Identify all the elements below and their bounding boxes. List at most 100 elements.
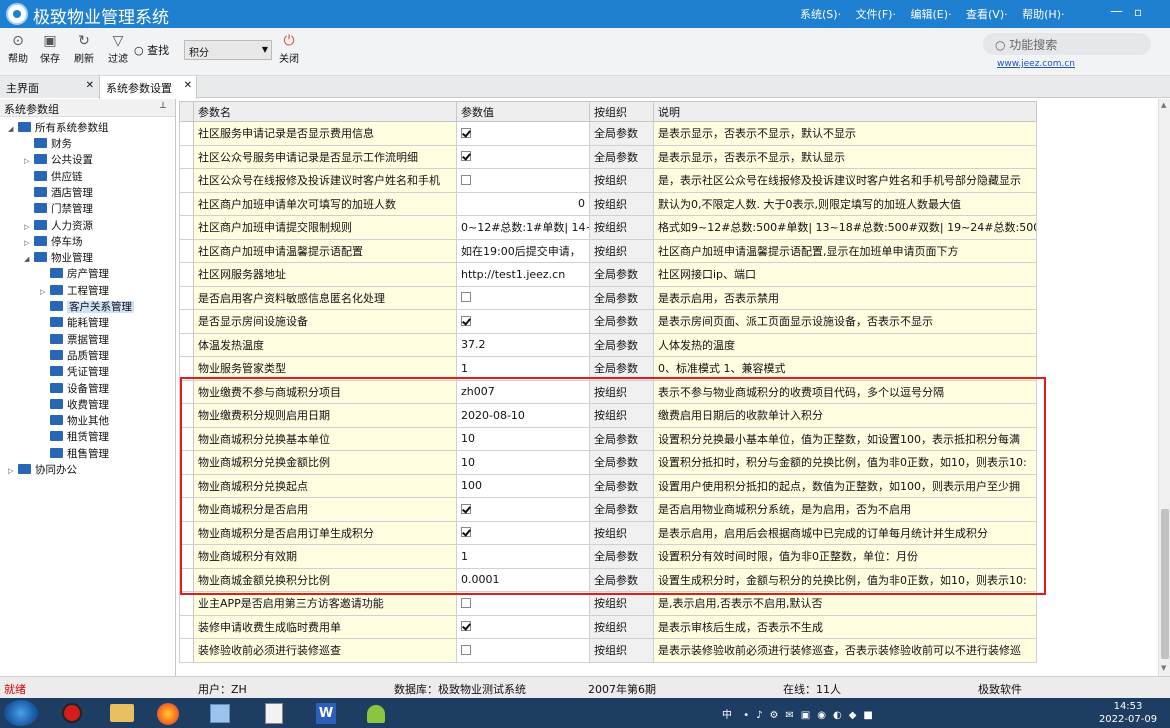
param-value-cell[interactable] (456, 497, 590, 522)
tree-item[interactable]: 房产管理 (40, 266, 109, 282)
expand-toggle-icon[interactable]: ▷ (24, 223, 34, 231)
tree-item[interactable]: 财务 (24, 136, 72, 152)
col-header-value[interactable]: 参数值 (456, 101, 590, 122)
tab-main[interactable]: 主界面 ✕ (0, 76, 98, 98)
tree-item[interactable]: ◢ 物业管理 (24, 250, 93, 266)
table-row[interactable]: 物业商城积分兑换基本单位 10 全局参数 设置积分兑换最小基本单位，值为正整数，如设置… (179, 426, 1037, 451)
param-value-cell[interactable]: 37.2 (456, 332, 590, 357)
param-value-cell[interactable]: 1 (456, 356, 590, 381)
param-value-cell[interactable]: 0 (456, 191, 590, 216)
param-value-cell[interactable] (456, 520, 590, 545)
row-header[interactable] (179, 426, 194, 451)
param-value-cell[interactable] (456, 144, 590, 169)
record-app-icon[interactable] (52, 701, 92, 725)
word-icon[interactable]: W (306, 701, 346, 725)
expand-toggle-icon[interactable]: ▷ (24, 157, 34, 165)
menu-help[interactable]: 帮助(H)· (1022, 8, 1064, 21)
table-row[interactable]: 装修验收前必须进行装修巡查 按组织 是表示装修验收前必须进行装修巡查，否表示装修验收… (179, 638, 1037, 663)
tree-item[interactable]: 供应链 (24, 169, 83, 185)
menu-view[interactable]: 查看(V)· (966, 8, 1008, 21)
param-checkbox[interactable] (461, 644, 471, 655)
col-header-name[interactable]: 参数名 (193, 101, 457, 122)
tree-item[interactable]: 租售管理 (40, 446, 109, 462)
table-row[interactable]: 物业缴费积分规则启用日期 2020-08-10 按组织 缴费启用日期后的收款单计入积分 (179, 403, 1037, 428)
row-header[interactable] (179, 168, 194, 193)
tree-item[interactable]: ▷ 公共设置 (24, 152, 93, 168)
table-row[interactable]: 社区公众号服务申请记录是否显示工作流明细 全局参数 是表示显示，否表示不显示，默认显… (179, 144, 1037, 169)
menu-edit[interactable]: 编辑(E)· (910, 8, 951, 21)
row-header[interactable] (179, 215, 194, 240)
param-value-cell[interactable] (456, 614, 590, 639)
table-row[interactable]: 体温发热温度 37.2 全局参数 人体发热的温度 (179, 332, 1037, 357)
table-row[interactable]: 物业缴费不参与商城积分项目 zh007 按组织 表示不参与物业商城积分的收费项目代码，… (179, 379, 1037, 404)
tree-item[interactable]: 凭证管理 (40, 364, 109, 380)
table-row[interactable]: 社区公众号在线报修及投诉建议时客户姓名和手机 按组织 是，表示社区公众号在线报修及投… (179, 168, 1037, 193)
row-header[interactable] (179, 309, 194, 334)
row-header[interactable] (179, 497, 194, 522)
scroll-down-icon[interactable]: ▼ (1161, 664, 1166, 672)
help-button[interactable]: ⊙ 帮助 (3, 32, 33, 65)
tree-item[interactable]: 收费管理 (40, 397, 109, 413)
col-header-desc[interactable]: 说明 (653, 101, 1037, 122)
tree-item[interactable]: ▷ 人力资源 (24, 218, 93, 234)
maximize-icon[interactable]: ▫ (1134, 5, 1142, 19)
param-value-cell[interactable] (456, 309, 590, 334)
menu-system[interactable]: 系统(S)· (800, 8, 841, 21)
param-value-cell[interactable] (456, 168, 590, 193)
row-header[interactable] (179, 473, 194, 498)
tree-item[interactable]: 门禁管理 (24, 201, 93, 217)
pin-icon[interactable]: ⊥ (159, 101, 167, 111)
scroll-up-icon[interactable]: ▲ (1161, 101, 1166, 109)
table-row[interactable]: 物业商城积分有效期 1 全局参数 设置积分有效时间时限，值为非0正整数，单位：月份 (179, 544, 1037, 569)
param-value-cell[interactable]: 10 (456, 426, 590, 451)
row-header[interactable] (179, 591, 194, 616)
tree-item-root[interactable]: ◢ 所有系统参数组 (8, 120, 109, 136)
android-icon[interactable] (356, 701, 396, 725)
tree-item[interactable]: 能耗管理 (40, 315, 109, 331)
row-header[interactable] (179, 285, 194, 310)
scroll-thumb[interactable] (1161, 509, 1169, 659)
table-row[interactable]: 物业商城积分是否启用订单生成积分 按组织 是表示启用，启用后会根据商城中已完成的订单… (179, 520, 1037, 545)
row-header[interactable] (179, 614, 194, 639)
param-checkbox[interactable] (461, 127, 471, 138)
row-header[interactable] (179, 450, 194, 475)
table-row[interactable]: 是否显示房间设施设备 全局参数 是表示房间页面、派工页面显示设施设备，否表示不显示 (179, 309, 1037, 334)
tree-item[interactable]: ▷ 协同办公 (8, 462, 77, 478)
ime-indicator[interactable]: 中 (722, 710, 732, 721)
param-value-cell[interactable] (456, 285, 590, 310)
table-row[interactable]: 物业商城积分兑换金额比例 10 全局参数 设置积分抵扣时，积分与金额的兑换比例，值为非… (179, 450, 1037, 475)
app-window-icon[interactable] (200, 701, 240, 725)
table-row[interactable]: 社区商户加班申请提交限制规则 0~12#总数:1#单数| 14~ 按组织 格式如9~1… (179, 215, 1037, 240)
table-row[interactable]: 社区服务申请记录是否显示费用信息 全局参数 是表示显示，否表示不显示，默认不显示 (179, 121, 1037, 146)
table-row[interactable]: 物业商城积分是否启用 全局参数 是否启用物业商城积分系统，是为启用，否为不启用 (179, 497, 1037, 522)
param-value-cell[interactable]: zh007 (456, 379, 590, 404)
row-header[interactable] (179, 238, 194, 263)
param-value-cell[interactable]: 100 (456, 473, 590, 498)
close-icon[interactable]: ✕ (86, 80, 94, 91)
param-checkbox[interactable] (461, 174, 471, 185)
row-header[interactable] (179, 520, 194, 545)
tree-item[interactable]: 客户关系管理 (40, 299, 134, 315)
file-explorer-icon[interactable] (102, 701, 142, 725)
table-row[interactable]: 物业商城金额兑换积分比例 0.0001 全局参数 设置生成积分时，金额与积分的兑换比例… (179, 567, 1037, 592)
expand-toggle-icon[interactable]: ◢ (24, 255, 34, 263)
tree-item[interactable]: 品质管理 (40, 348, 109, 364)
close-button[interactable]: ⏻ 关闭 (274, 32, 304, 65)
category-select[interactable]: 积分 ▼ (184, 40, 272, 60)
table-row[interactable]: 业主APP是否启用第三方访客邀请功能 按组织 是,表示启用,否表示不启用,默认否 (179, 591, 1037, 616)
tree-item[interactable]: 票据管理 (40, 332, 109, 348)
param-value-cell[interactable]: 2020-08-10 (456, 403, 590, 428)
website-link[interactable]: www.jeez.com.cn (997, 59, 1075, 69)
row-header[interactable] (179, 144, 194, 169)
menu-file[interactable]: 文件(F)· (856, 8, 896, 21)
tree-item[interactable]: 物业其他 (40, 413, 109, 429)
expand-toggle-icon[interactable]: ▷ (8, 467, 18, 475)
param-checkbox[interactable] (461, 527, 471, 538)
param-value-cell[interactable] (456, 638, 590, 663)
col-header-scope[interactable]: 按组织 (589, 101, 654, 122)
row-header[interactable] (179, 356, 194, 381)
table-row[interactable]: 物业服务管家类型 1 全局参数 0、标准模式 1、兼容模式 (179, 356, 1037, 381)
row-header[interactable] (179, 403, 194, 428)
row-header[interactable] (179, 191, 194, 216)
start-button[interactable] (4, 700, 38, 726)
